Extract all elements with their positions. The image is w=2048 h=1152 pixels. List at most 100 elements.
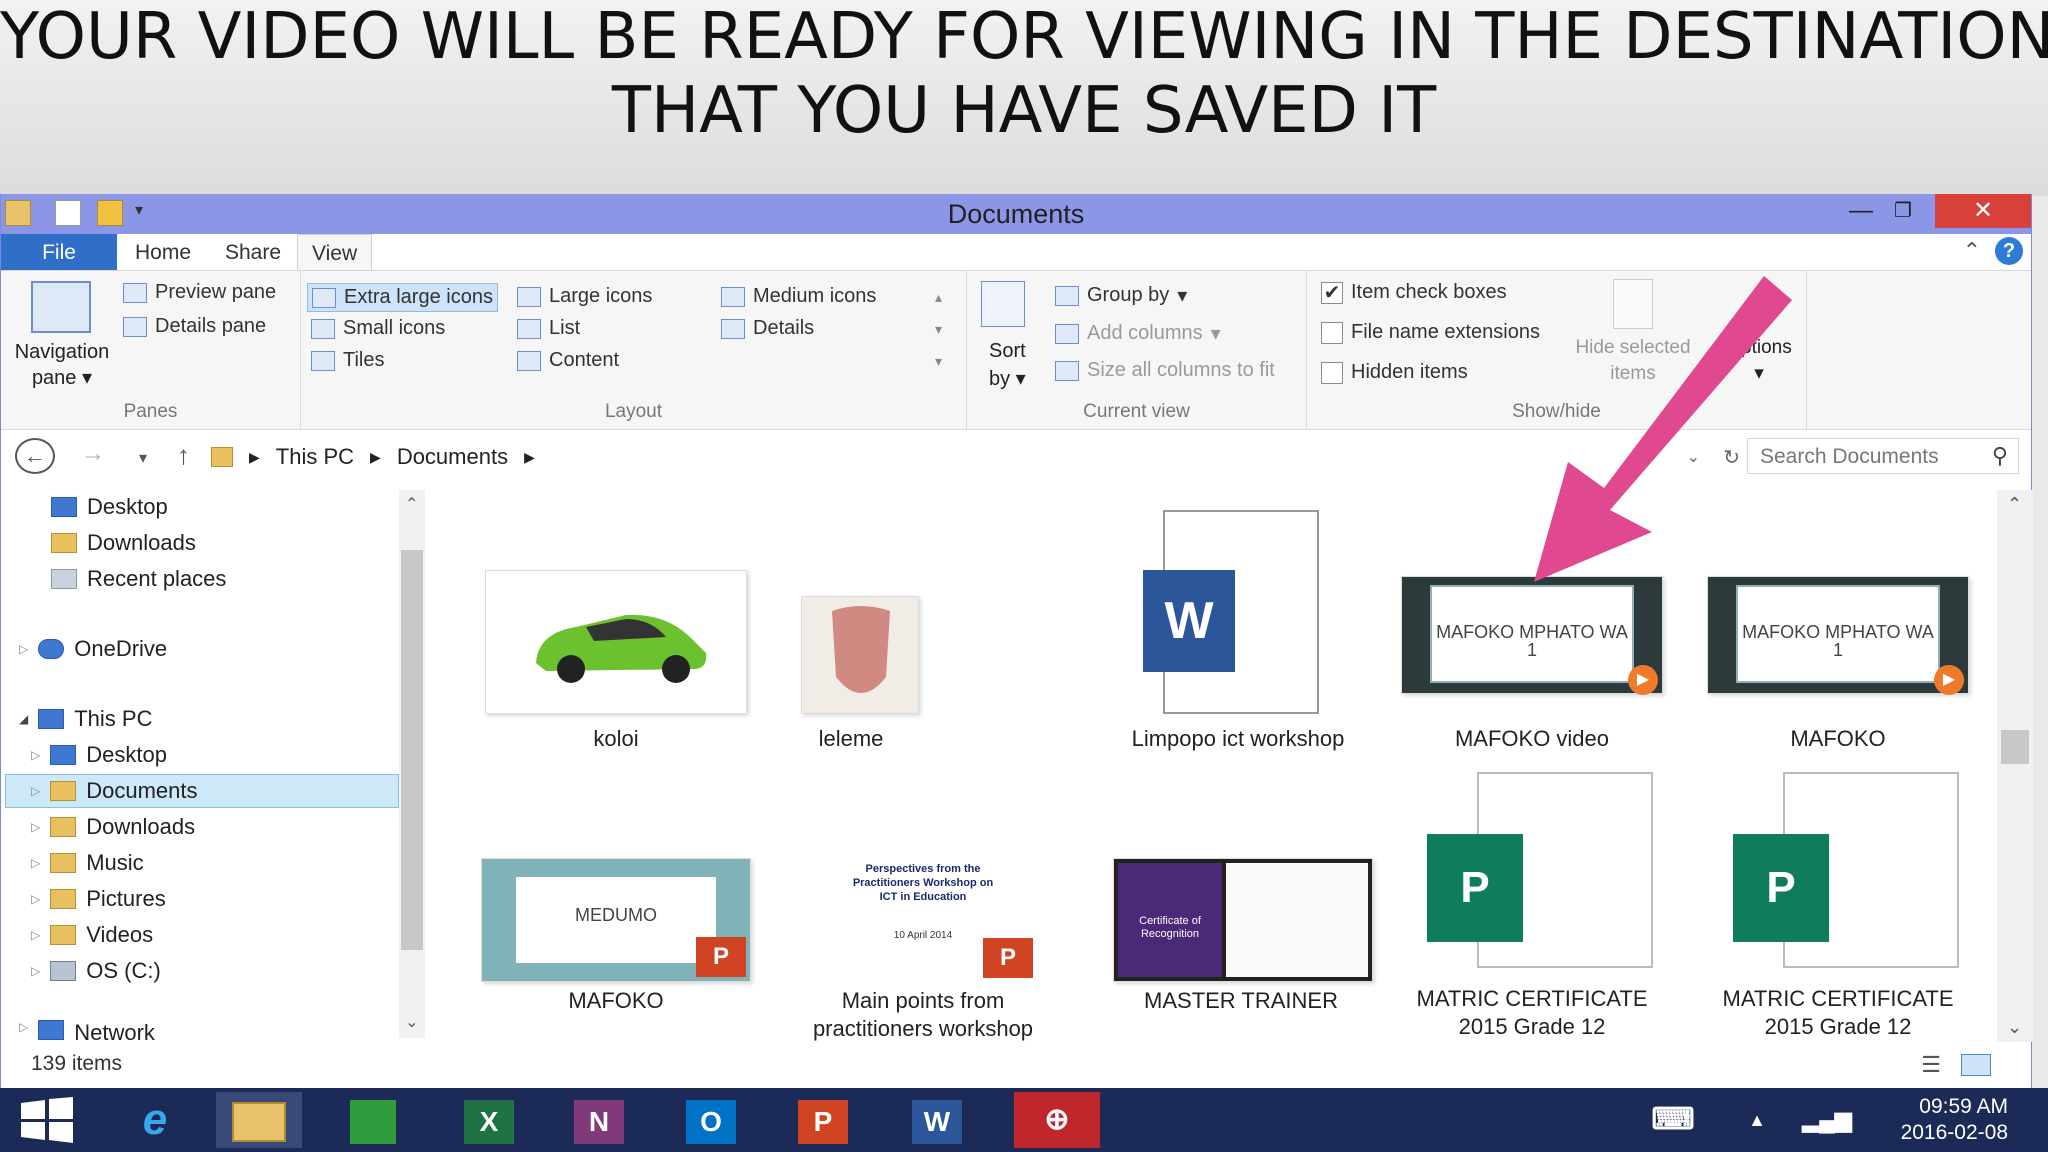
nav-item-recent-places[interactable]: Recent places bbox=[51, 566, 226, 592]
details-pane-icon bbox=[123, 316, 147, 337]
file-item-master-trainer[interactable]: Certificate of Recognition MASTER TRAINE… bbox=[1093, 858, 1389, 1028]
navigation-pane-button[interactable]: Navigation pane ▾ bbox=[7, 339, 117, 391]
nav-item-pc-documents[interactable]: ▷ Documents bbox=[31, 778, 198, 804]
file-item-mafoko[interactable]: MAFOKO MPHATO WA 1 ▶ MAFOKO bbox=[1703, 570, 1973, 751]
address-bar-row: ← → ▾ ↑ ▶ This PC ▶ Documents ▶ ⌄ ↻ Sear… bbox=[1, 432, 2031, 482]
layout-tiles[interactable]: Tiles bbox=[311, 349, 384, 372]
nav-item-desktop[interactable]: Desktop bbox=[51, 494, 168, 520]
recent-locations-icon[interactable]: ▾ bbox=[139, 448, 147, 468]
maximize-button[interactable]: ❐ bbox=[1875, 194, 1931, 228]
hidden-items-toggle[interactable]: Hidden items bbox=[1321, 361, 1468, 384]
nav-item-pc-desktop[interactable]: ▷ Desktop bbox=[31, 742, 167, 768]
up-arrow-icon[interactable]: ↑ bbox=[177, 440, 190, 471]
breadcrumb-this-pc[interactable]: This PC bbox=[276, 444, 354, 470]
add-columns-button[interactable]: Add columns ▾ bbox=[1055, 321, 1221, 346]
word-taskbar-icon[interactable]: W bbox=[894, 1092, 980, 1148]
excel-icon[interactable]: X bbox=[446, 1092, 532, 1148]
file-explorer-icon[interactable] bbox=[216, 1092, 302, 1148]
scroll-up-icon[interactable]: ⌃ bbox=[405, 494, 418, 514]
layout-small-icons[interactable]: Small icons bbox=[311, 317, 445, 340]
group-by-button[interactable]: Group by ▾ bbox=[1055, 283, 1187, 308]
nav-item-this-pc[interactable]: ◢ This PC bbox=[19, 706, 152, 732]
address-bar[interactable]: ▶ This PC ▶ Documents ▶ ⌄ ↻ bbox=[211, 440, 1740, 474]
hide-selected-items-button[interactable]: Hide selected items bbox=[1569, 335, 1697, 387]
videos-folder-icon bbox=[50, 925, 77, 945]
store-icon[interactable] bbox=[330, 1092, 416, 1148]
nav-item-downloads[interactable]: Downloads bbox=[51, 530, 196, 556]
scroll-down-icon[interactable]: ⌄ bbox=[2007, 1017, 2022, 1038]
tab-file[interactable]: File bbox=[1, 234, 117, 270]
add-columns-icon bbox=[1055, 323, 1079, 344]
file-item-leleme[interactable]: leleme bbox=[721, 570, 981, 751]
tab-share[interactable]: Share bbox=[211, 234, 295, 270]
keyboard-icon[interactable]: ⌨ bbox=[1630, 1092, 1716, 1148]
scroll-up-icon[interactable]: ⌃ bbox=[2007, 494, 2022, 515]
file-item-mafoko-video[interactable]: MAFOKO MPHATO WA 1 ▶ MAFOKO video bbox=[1397, 570, 1667, 751]
file-name-line1: MATRIC CERTIFICATE bbox=[1722, 986, 1954, 1011]
nav-item-os-c[interactable]: ▷ OS (C:) bbox=[31, 958, 161, 984]
start-button[interactable] bbox=[4, 1092, 90, 1148]
layout-scroll-icon[interactable]: ▴ ▾ ▾ bbox=[935, 281, 942, 377]
sort-by-button[interactable]: Sort by ▾ bbox=[989, 337, 1026, 393]
layout-content[interactable]: Content bbox=[517, 349, 619, 372]
file-item-koloi[interactable]: koloi bbox=[485, 570, 747, 751]
refresh-icon[interactable]: ↻ bbox=[1723, 445, 1740, 470]
nav-item-pc-downloads[interactable]: ▷ Downloads bbox=[31, 814, 195, 840]
size-columns-button[interactable]: Size all columns to fit bbox=[1055, 359, 1275, 382]
options-button[interactable]: Options ▾ bbox=[1719, 335, 1799, 387]
onenote-icon[interactable]: N bbox=[556, 1092, 642, 1148]
clock-date: 2016-02-08 bbox=[1900, 1121, 2008, 1144]
internet-explorer-icon[interactable]: e bbox=[112, 1092, 198, 1148]
file-item-matric-certificate-1[interactable]: P MATRIC CERTIFICATE 2015 Grade 12 bbox=[1397, 772, 1667, 1042]
nav-scrollbar[interactable]: ⌃ ⌄ bbox=[399, 490, 425, 1038]
group-by-icon bbox=[1055, 285, 1079, 306]
layout-large-icons[interactable]: Large icons bbox=[517, 285, 652, 308]
layout-list[interactable]: List bbox=[517, 317, 580, 340]
powerpoint-taskbar-icon[interactable]: P bbox=[780, 1092, 866, 1148]
file-item-mafoko-presentation[interactable]: MEDUMO P MAFOKO bbox=[481, 858, 751, 1028]
preview-pane-button[interactable]: Preview pane bbox=[123, 281, 276, 304]
desktop-icon bbox=[50, 745, 77, 765]
content-scrollbar[interactable]: ⌃ ⌄ bbox=[1997, 490, 2033, 1042]
nav-item-pc-pictures[interactable]: ▷ Pictures bbox=[31, 886, 166, 912]
video-thumbnail: MAFOKO MPHATO WA 1 ▶ bbox=[1401, 576, 1663, 695]
tab-view[interactable]: View bbox=[297, 234, 373, 270]
network-signal-icon[interactable]: ▂▄▆ bbox=[1784, 1092, 1870, 1148]
item-check-boxes-toggle[interactable]: ✔ Item check boxes bbox=[1321, 281, 1507, 304]
search-input[interactable]: Search Documents ⚲ bbox=[1747, 438, 2019, 474]
file-item-limpopo-ict-workshop[interactable]: W Limpopo ict workshop bbox=[1093, 510, 1383, 751]
breadcrumb-documents[interactable]: Documents bbox=[397, 444, 508, 470]
outlook-icon[interactable]: O bbox=[668, 1092, 754, 1148]
clock[interactable]: 09:59 AM 2016-02-08 bbox=[1901, 1094, 2008, 1146]
file-item-main-points[interactable]: Perspectives from the Practitioners Work… bbox=[773, 858, 1073, 1042]
slide-title-line2: THAT YOU HAVE SAVED IT bbox=[611, 74, 1437, 148]
back-arrow-icon[interactable]: ← bbox=[15, 438, 55, 474]
nav-item-pc-videos[interactable]: ▷ Videos bbox=[31, 922, 153, 948]
large-icons-view-icon[interactable] bbox=[1961, 1054, 1991, 1076]
file-name-extensions-toggle[interactable]: File name extensions bbox=[1321, 321, 1540, 344]
nav-item-onedrive[interactable]: ▷ OneDrive bbox=[19, 636, 167, 662]
remote-app-icon[interactable]: ⊕ bbox=[1014, 1092, 1100, 1148]
help-icon[interactable]: ? bbox=[1995, 237, 2023, 265]
pictures-folder-icon bbox=[50, 889, 77, 909]
nav-item-pc-music[interactable]: ▷ Music bbox=[31, 850, 144, 876]
tab-home[interactable]: Home bbox=[121, 234, 205, 270]
group-panes: Navigation pane ▾ Preview pane Details pa… bbox=[1, 271, 301, 429]
forward-arrow-icon[interactable]: → bbox=[81, 440, 105, 468]
layout-medium-icons[interactable]: Medium icons bbox=[721, 285, 876, 308]
nav-scroll-thumb[interactable] bbox=[401, 550, 423, 950]
clock-time: 09:59 AM bbox=[1919, 1095, 2008, 1118]
details-view-icon[interactable]: ☰ bbox=[1921, 1052, 1941, 1078]
file-item-matric-certificate-2[interactable]: P MATRIC CERTIFICATE 2015 Grade 12 bbox=[1703, 772, 1973, 1042]
window-title: Documents bbox=[947, 199, 1085, 229]
layout-extra-large-icons[interactable]: Extra large icons bbox=[307, 283, 498, 312]
chevron-right-icon: ▶ bbox=[370, 448, 381, 465]
address-dropdown-icon[interactable]: ⌄ bbox=[1687, 447, 1700, 467]
scroll-down-icon[interactable]: ⌄ bbox=[405, 1012, 418, 1032]
details-pane-button[interactable]: Details pane bbox=[123, 315, 266, 338]
layout-details[interactable]: Details bbox=[721, 317, 814, 340]
nav-item-network[interactable]: ▷ Network bbox=[19, 1020, 155, 1040]
close-button[interactable]: ✕ bbox=[1935, 194, 2031, 228]
content-scroll-thumb[interactable] bbox=[2001, 730, 2029, 764]
collapse-ribbon-icon[interactable]: ⌃ bbox=[1963, 238, 1981, 264]
